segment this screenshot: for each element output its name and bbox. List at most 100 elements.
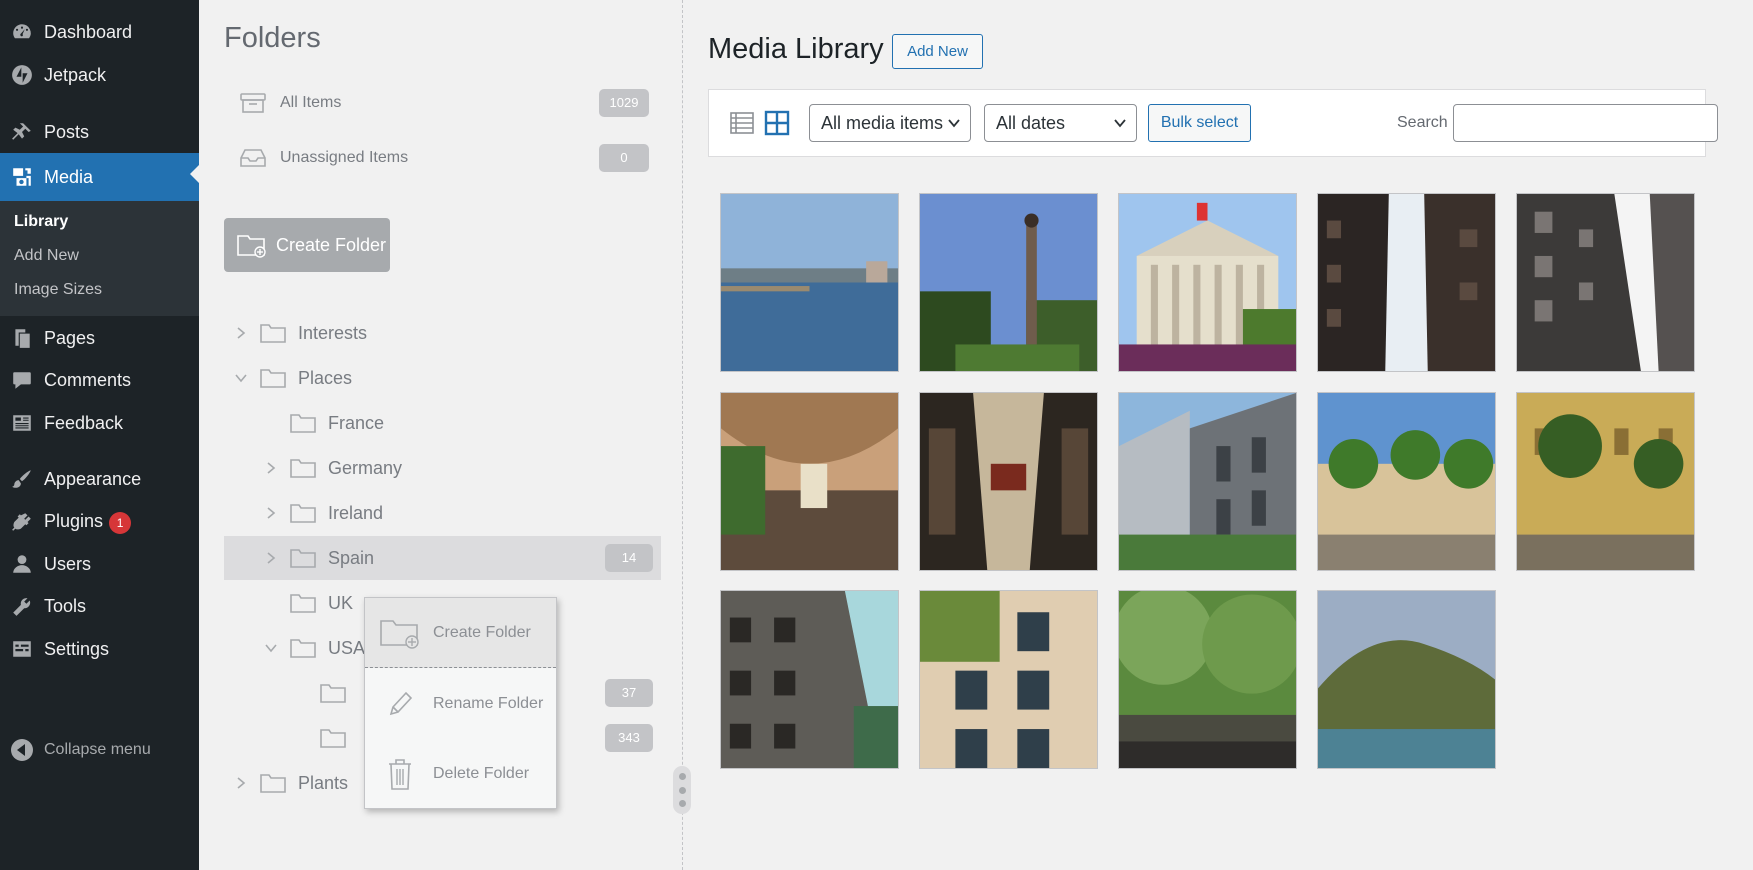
menu-item-settings[interactable]: Settings	[0, 629, 199, 669]
media-thumbnail[interactable]	[720, 193, 899, 372]
media-date-filter[interactable]: All dates	[984, 104, 1137, 142]
chevron-down-icon[interactable]	[264, 641, 278, 655]
pushpin-icon	[0, 121, 44, 143]
list-view-icon[interactable]	[729, 110, 755, 136]
chevron-right-icon[interactable]	[234, 776, 248, 790]
jetpack-icon	[0, 64, 44, 86]
menu-label: Dashboard	[44, 21, 133, 42]
folder-label: Interests	[298, 322, 368, 343]
media-search-input[interactable]	[1453, 104, 1718, 142]
folder-add-icon	[377, 615, 423, 651]
folder-count: 14	[605, 544, 653, 572]
search-label: Search	[1397, 114, 1448, 131]
menu-item-users[interactable]: Users	[0, 544, 199, 584]
media-type-filter-value: All media items	[821, 112, 944, 133]
media-thumbnail[interactable]	[1118, 392, 1297, 571]
folder-icon	[290, 639, 316, 658]
folder-interests[interactable]: Interests	[224, 311, 661, 355]
folder-icon	[290, 414, 316, 433]
folder-icon	[320, 729, 346, 748]
submenu-library[interactable]: Library	[14, 213, 68, 231]
context-item-label: Delete Folder	[433, 765, 530, 782]
all-items-row[interactable]: All Items 1029	[224, 83, 649, 123]
bulk-select-button[interactable]: Bulk select	[1148, 104, 1251, 142]
context-rename-folder[interactable]: Rename Folder	[365, 669, 556, 739]
menu-label: Pages	[44, 327, 96, 348]
media-thumbnail[interactable]	[720, 590, 899, 769]
media-thumbnail[interactable]	[1317, 193, 1496, 372]
folder-icon	[320, 684, 346, 703]
feedback-icon	[0, 412, 44, 434]
grid-view-icon[interactable]	[764, 110, 790, 136]
menu-item-pages[interactable]: Pages	[0, 318, 199, 358]
menu-label: Jetpack	[44, 64, 107, 85]
menu-label: Tools	[44, 595, 87, 616]
context-delete-folder[interactable]: Delete Folder	[365, 739, 556, 809]
folder-label: France	[328, 412, 385, 433]
media-thumbnail[interactable]	[720, 392, 899, 571]
menu-item-appearance[interactable]: Appearance	[0, 459, 199, 499]
menu-item-plugins[interactable]: Plugins 1	[0, 502, 199, 542]
folder-spain[interactable]: Spain 14	[224, 536, 661, 580]
media-type-filter[interactable]: All media items	[809, 104, 971, 142]
chevron-right-icon[interactable]	[264, 551, 278, 565]
media-thumbnail[interactable]	[919, 193, 1098, 372]
media-date-filter-value: All dates	[996, 112, 1066, 133]
admin-sidebar: Dashboard Jetpack Posts Media Library Ad…	[0, 0, 199, 870]
submenu-add-new[interactable]: Add New	[14, 247, 79, 265]
menu-item-jetpack[interactable]: Jetpack	[0, 55, 199, 95]
folder-france[interactable]: France	[224, 401, 661, 445]
unassigned-items-row[interactable]: Unassigned Items 0	[224, 138, 649, 178]
menu-item-dashboard[interactable]: Dashboard	[0, 12, 199, 52]
submenu-image-sizes[interactable]: Image Sizes	[14, 281, 102, 299]
folder-icon	[290, 459, 316, 478]
menu-item-comments[interactable]: Comments	[0, 360, 199, 400]
media-thumbnail[interactable]	[1118, 590, 1297, 769]
folder-label: Germany	[328, 457, 403, 478]
paintbrush-icon	[0, 468, 44, 490]
menu-label: Plugins 1	[44, 511, 199, 534]
menu-label: Settings	[44, 638, 110, 659]
chevron-down-icon	[948, 119, 960, 128]
trash-icon	[377, 756, 423, 792]
inbox-icon	[240, 149, 266, 167]
media-thumbnail[interactable]	[1516, 193, 1695, 372]
chevron-right-icon[interactable]	[264, 506, 278, 520]
folder-label: Spain	[328, 547, 375, 568]
page-title: Media Library	[708, 33, 884, 65]
menu-item-posts[interactable]: Posts	[0, 112, 199, 152]
menu-label: Posts	[44, 121, 90, 142]
media-thumbnail[interactable]	[1317, 590, 1496, 769]
folder-germany[interactable]: Germany	[224, 446, 661, 490]
chevron-right-icon[interactable]	[234, 326, 248, 340]
folder-count: 343	[605, 724, 653, 752]
wrench-icon	[0, 595, 44, 617]
folder-label: Ireland	[328, 502, 384, 523]
context-create-folder[interactable]: Create Folder	[365, 598, 556, 668]
menu-label: Appearance	[44, 468, 142, 489]
media-submenu: Library Add New Image Sizes	[0, 201, 199, 316]
unassigned-items-label: Unassigned Items	[280, 149, 409, 166]
media-thumbnail[interactable]	[919, 590, 1098, 769]
media-thumbnail[interactable]	[1118, 193, 1297, 372]
folder-icon	[290, 594, 316, 613]
add-new-button[interactable]: Add New	[892, 34, 983, 69]
folder-places[interactable]: Places	[224, 356, 661, 400]
chevron-down-icon[interactable]	[234, 371, 248, 385]
media-library-main: Media Library Add New All media items Al…	[684, 0, 1753, 870]
menu-item-media[interactable]: Media	[0, 153, 199, 201]
folder-ireland[interactable]: Ireland	[224, 491, 661, 535]
media-thumbnail[interactable]	[1516, 392, 1695, 571]
chevron-down-icon	[1114, 119, 1126, 128]
user-icon	[0, 553, 44, 575]
create-folder-button[interactable]: Create Folder	[224, 218, 390, 272]
media-thumbnail[interactable]	[1317, 392, 1496, 571]
menu-item-feedback[interactable]: Feedback	[0, 403, 199, 443]
plugin-update-badge: 1	[109, 511, 132, 534]
collapse-label: Collapse menu	[44, 741, 151, 758]
chevron-right-icon[interactable]	[264, 461, 278, 475]
media-thumbnail[interactable]	[919, 392, 1098, 571]
media-toolbar: All media items All dates Bulk select Se…	[708, 89, 1718, 157]
menu-item-tools[interactable]: Tools	[0, 586, 199, 626]
collapse-menu-button[interactable]: Collapse menu	[0, 730, 199, 770]
